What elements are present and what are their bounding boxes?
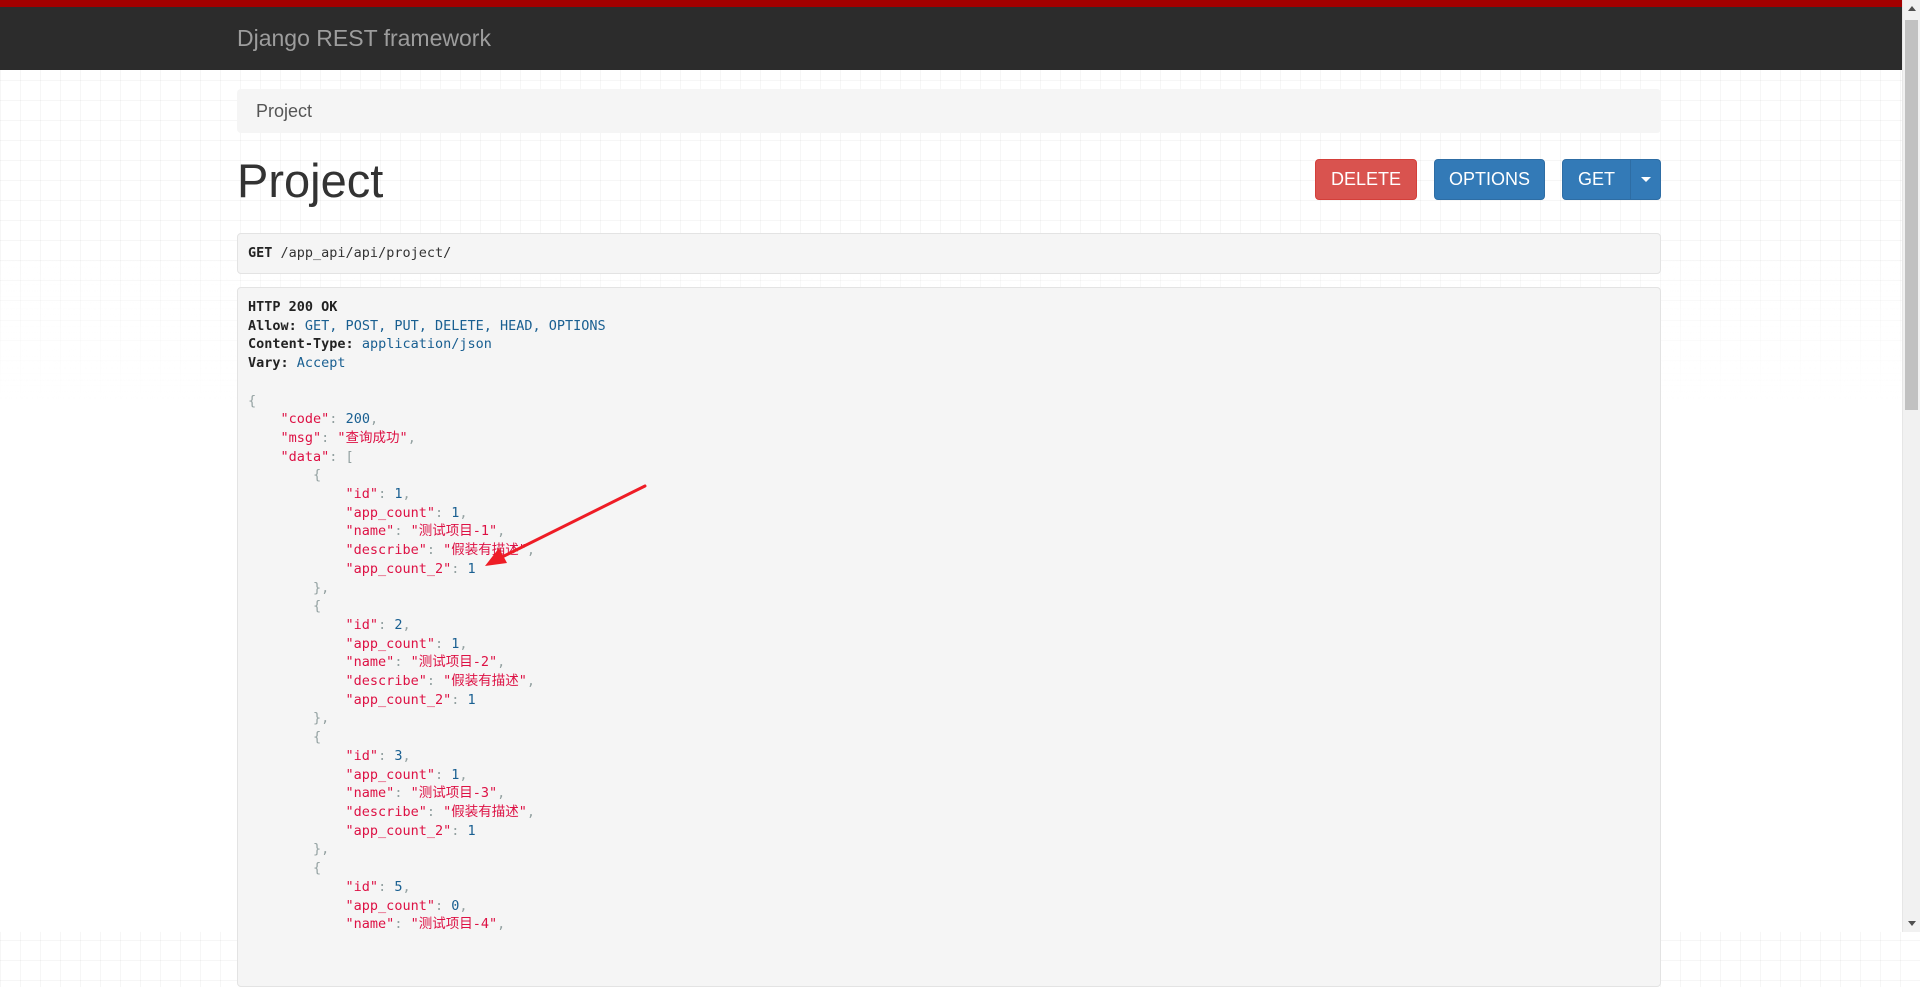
vertical-scrollbar[interactable] xyxy=(1902,0,1920,932)
header-name: Content-Type: xyxy=(248,336,354,353)
json-key: "app_count_2" xyxy=(345,822,452,839)
json-key: "app_count_2" xyxy=(345,560,452,577)
json-value: "查询成功" xyxy=(337,429,408,446)
json-key: "name" xyxy=(345,785,395,802)
response-status: HTTP 200 OK xyxy=(248,299,338,315)
header-value: GET, POST, PUT, DELETE, HEAD, OPTIONS xyxy=(304,317,606,334)
delete-button[interactable]: DELETE xyxy=(1315,159,1417,200)
json-key: "describe" xyxy=(345,542,427,559)
scrollbar-thumb[interactable] xyxy=(1905,20,1918,410)
json-key: "describe" xyxy=(345,803,427,820)
json-key: "app_count_2" xyxy=(345,691,452,708)
breadcrumb-item-project[interactable]: Project xyxy=(256,101,312,122)
page-title: Project xyxy=(237,154,384,207)
json-key: "id" xyxy=(345,747,379,764)
options-button-label: OPTIONS xyxy=(1448,169,1530,189)
request-path: /app_api/api/project/ xyxy=(280,245,452,261)
json-value: "测试项目-4" xyxy=(410,916,498,933)
get-button[interactable]: GET xyxy=(1562,159,1631,200)
response-content: HTTP 200 OK Allow: GET, POST, PUT, DELET… xyxy=(248,299,606,933)
header-name: Allow: xyxy=(248,317,297,334)
json-value: 1 xyxy=(467,560,476,577)
json-key: "id" xyxy=(345,486,379,503)
json-value: 200 xyxy=(345,411,370,428)
header-value: Accept xyxy=(296,355,346,372)
json-value: "测试项目-3" xyxy=(410,785,498,802)
get-button-label: GET xyxy=(1577,169,1615,189)
request-method: GET xyxy=(248,245,273,261)
header-value: application/json xyxy=(361,336,492,353)
json-key: "app_count" xyxy=(345,766,435,783)
json-value: "测试项目-2" xyxy=(410,654,498,671)
json-key: "id" xyxy=(345,616,379,633)
json-key: "app_count" xyxy=(345,635,435,652)
header-name: Vary: xyxy=(248,355,289,372)
caret-down-icon xyxy=(1640,177,1651,182)
top-accent-line xyxy=(0,0,1920,7)
json-key: "name" xyxy=(345,654,395,671)
delete-button-label: DELETE xyxy=(1330,169,1402,189)
scroll-down-arrow-icon[interactable] xyxy=(1903,915,1920,932)
json-key: "name" xyxy=(345,523,395,540)
json-key: "id" xyxy=(345,878,379,895)
json-key: "msg" xyxy=(280,429,322,446)
scroll-up-arrow-icon[interactable] xyxy=(1903,0,1920,17)
request-info: GET /app_api/api/project/ xyxy=(237,233,1661,274)
json-value: "假装有描述" xyxy=(443,673,527,690)
json-value: "假装有描述" xyxy=(443,803,527,820)
json-value: 1 xyxy=(467,822,476,839)
navbar: Django REST framework xyxy=(0,7,1920,70)
json-key: "data" xyxy=(280,448,330,465)
json-key: "app_count" xyxy=(345,504,435,521)
json-value: 1 xyxy=(467,691,476,708)
json-key: "describe" xyxy=(345,673,427,690)
breadcrumb: Project xyxy=(237,89,1661,133)
json-value: "假装有描述" xyxy=(443,542,527,559)
options-button[interactable]: OPTIONS xyxy=(1434,159,1545,200)
brand-link[interactable]: Django REST framework xyxy=(237,25,491,52)
json-value: "测试项目-1" xyxy=(410,523,498,540)
json-key: "code" xyxy=(280,411,330,428)
json-key: "name" xyxy=(345,916,395,933)
get-format-dropdown-toggle[interactable] xyxy=(1630,159,1661,200)
json-key: "app_count" xyxy=(345,897,435,914)
response-info: HTTP 200 OK Allow: GET, POST, PUT, DELET… xyxy=(237,287,1661,987)
